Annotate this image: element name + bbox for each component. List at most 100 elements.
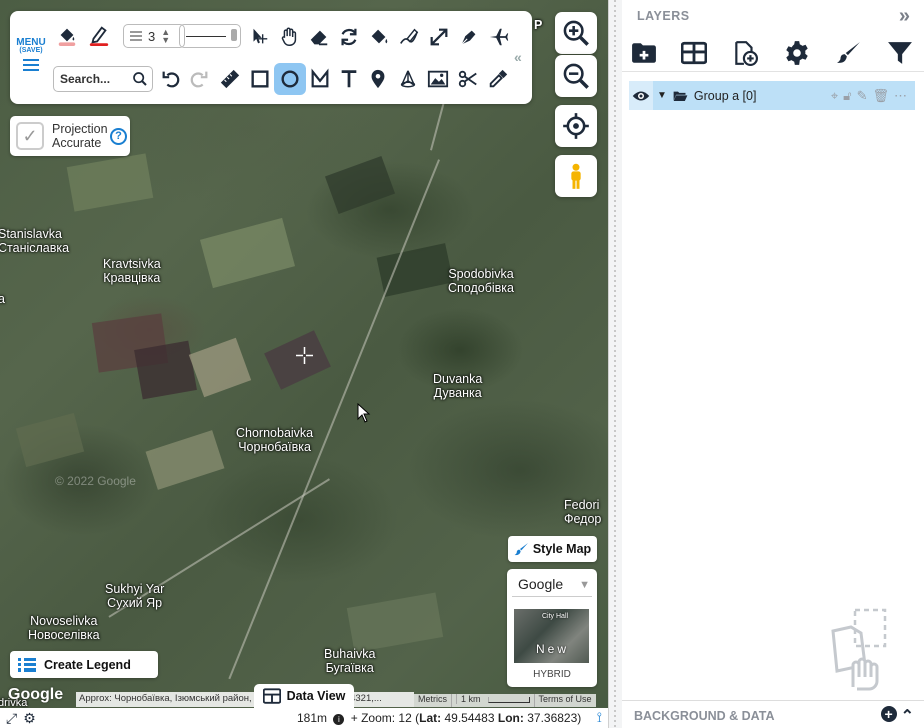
map-pin-icon [371, 69, 385, 89]
info-icon[interactable]: i [333, 714, 345, 725]
list-icon [18, 657, 36, 672]
cone-icon [400, 70, 416, 88]
search-icon[interactable] [132, 71, 148, 87]
layer-style-button[interactable] [834, 38, 864, 68]
fullscreen-icon[interactable]: ⤢ [6, 710, 17, 727]
fill-color-button[interactable] [53, 21, 81, 49]
field-patch [66, 153, 154, 212]
dropdown-arrow-icon: ▼ [579, 579, 590, 591]
basemap-thumbnail[interactable]: New City Hall [514, 609, 589, 663]
pen-nib-icon [461, 30, 476, 45]
lon-value: 37.36823 [527, 711, 578, 725]
edit-pencil-icon[interactable]: ✎ [857, 88, 868, 104]
layer-settings-button[interactable] [782, 38, 812, 68]
table-view-button[interactable] [679, 38, 709, 68]
checkbox-icon[interactable]: ✓ [16, 122, 44, 150]
cut-tool[interactable] [454, 65, 482, 93]
polygon-icon [311, 68, 329, 88]
zoom-level: Zoom: 12 [361, 711, 412, 725]
thumbnail-label: New [536, 642, 570, 656]
zoom-in-button[interactable] [555, 12, 597, 54]
fill-tool[interactable] [365, 23, 393, 51]
street-view-button[interactable] [555, 155, 597, 197]
eyedropper-icon [489, 69, 508, 88]
lock-icon[interactable]: 🔓︎ [843, 88, 851, 104]
resize-tool[interactable] [425, 23, 453, 51]
redo-button[interactable] [185, 65, 213, 93]
freehand-tool[interactable] [395, 23, 423, 51]
add-file-button[interactable] [730, 38, 760, 68]
crosshair-icon [563, 113, 589, 139]
layer-row[interactable]: ▼ Group a [0] ⌖ 🔓︎ ✎ 🗑︎ ⋯ [629, 81, 915, 110]
marker-tool[interactable] [364, 65, 392, 93]
field-patch [134, 340, 197, 400]
locate-layer-icon[interactable]: ⌖ [831, 88, 838, 104]
background-data-section[interactable]: BACKGROUND & DATA + ⌃ [622, 700, 924, 728]
eraser-icon [310, 30, 328, 46]
polygon-tool[interactable] [306, 65, 334, 93]
add-circle-icon[interactable]: + [880, 706, 897, 722]
terms-link[interactable]: Terms of Use [533, 694, 596, 707]
stroke-width-stepper[interactable]: 3 ▲ ▼ [123, 24, 185, 48]
add-folder-button[interactable] [629, 38, 659, 68]
chevron-up-icon[interactable]: ⌃ [901, 706, 914, 726]
undo-button[interactable] [157, 65, 185, 93]
collapse-panel-icon[interactable]: » [899, 5, 910, 28]
search-input[interactable] [60, 72, 130, 86]
stroke-color-button[interactable] [85, 21, 113, 49]
trash-icon[interactable]: 🗑︎ [872, 88, 889, 104]
rectangle-tool[interactable] [246, 65, 274, 93]
airplane-icon [489, 28, 509, 46]
layers-panel: LAYERS » ▼ Group a [0] ⌖ 🔓︎ ✎ 🗑︎ ⋯ BACKG… [622, 0, 924, 728]
filter-button[interactable] [885, 38, 915, 68]
lat-label: Lat: [419, 711, 442, 725]
collapse-toolbar-icon[interactable]: « [514, 49, 522, 65]
locate-button[interactable] [555, 105, 597, 147]
eyedropper-tool[interactable] [484, 65, 512, 93]
3d-tool[interactable] [394, 65, 422, 93]
expand-caret-icon[interactable]: ▼ [657, 90, 667, 101]
metrics-link[interactable]: Metrics [414, 694, 451, 707]
pan-tool[interactable] [275, 23, 303, 51]
text-tool[interactable] [335, 65, 363, 93]
undo-icon [162, 71, 180, 88]
eraser-tool[interactable] [305, 23, 333, 51]
hand-icon [281, 27, 297, 46]
map-canvas[interactable]: Stanislavka Станіславка a Kravtsivka Кравц… [0, 0, 608, 728]
scale-indicator: 1 km [451, 694, 534, 707]
help-icon[interactable]: ? [110, 128, 127, 145]
image-tool[interactable] [424, 65, 452, 93]
line-style-select[interactable] [179, 24, 241, 48]
route-tool[interactable] [485, 23, 513, 51]
app-window: Stanislavka Станіславка a Kravtsivka Кравц… [0, 0, 924, 728]
measure-tool[interactable] [216, 65, 244, 93]
field-patch [145, 430, 225, 490]
more-options-icon[interactable]: ⋯ [894, 88, 907, 104]
create-legend-button[interactable]: Create Legend [10, 651, 158, 678]
menu-button[interactable]: MENU (SAVE) [16, 37, 46, 71]
settings-gear-icon[interactable]: ⚙ [23, 710, 36, 727]
data-view-button[interactable]: Data View [254, 684, 354, 708]
style-map-button[interactable]: Style Map [508, 536, 597, 562]
place-label: Stanislavka Станіславка [0, 227, 70, 255]
add-folder-icon [632, 43, 656, 63]
cursor-mode-icon[interactable]: ⟟ [597, 709, 602, 726]
search-field[interactable] [53, 66, 153, 92]
rotate-tool[interactable] [335, 23, 363, 51]
panel-resize-handle[interactable] [608, 0, 622, 728]
basemap-name: HYBRID [533, 669, 571, 680]
projection-toggle[interactable]: ✓ Projection Accurate ? [10, 116, 130, 156]
image-icon [427, 70, 449, 88]
pen-tool[interactable] [455, 23, 483, 51]
eye-icon[interactable] [632, 87, 650, 105]
layer-name: Group a [0] [693, 88, 757, 103]
brush-icon [514, 543, 528, 556]
field-patch [346, 592, 444, 653]
basemap-select[interactable]: Google ▼ [512, 573, 592, 597]
zoom-out-icon [563, 63, 589, 89]
zoom-out-button[interactable] [555, 55, 597, 97]
select-tool[interactable] [245, 23, 273, 51]
circle-tool[interactable] [274, 63, 306, 95]
basemap-picker: Google ▼ New City Hall HYBRID [507, 569, 597, 687]
layer-group[interactable]: ▼ Group a [0] ⌖ 🔓︎ ✎ 🗑︎ ⋯ [653, 81, 915, 110]
